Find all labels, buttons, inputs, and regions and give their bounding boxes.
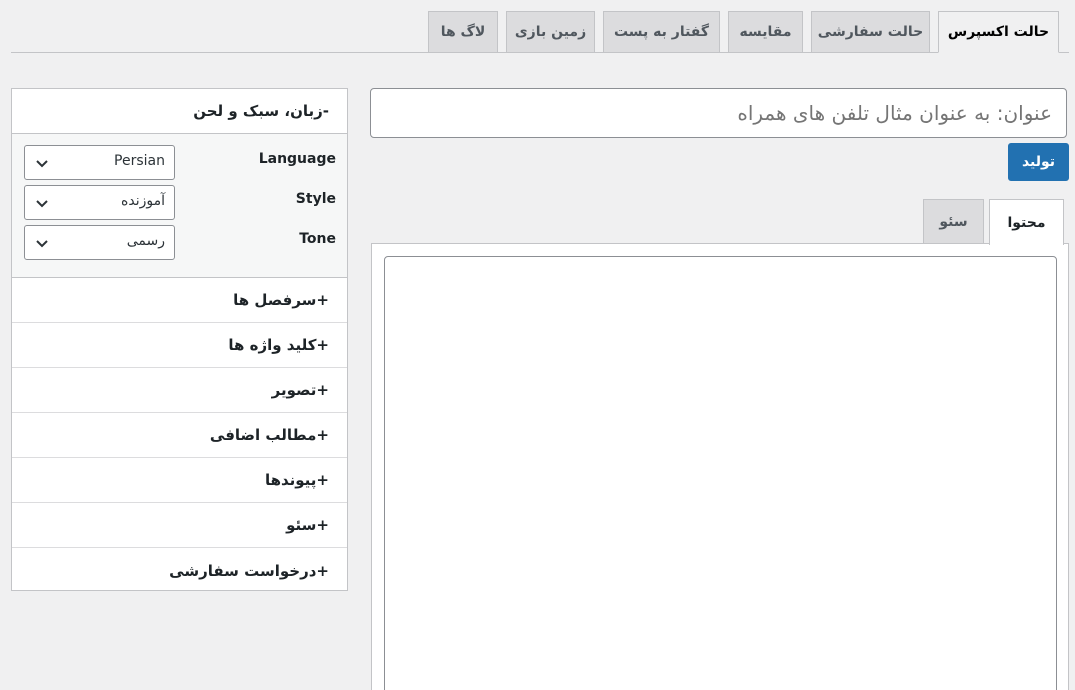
- tab-content[interactable]: محتوا: [989, 199, 1064, 245]
- section-image[interactable]: +تصویر: [12, 368, 347, 413]
- section-custom-request[interactable]: +درخواست سفارشی: [12, 548, 347, 593]
- tone-select[interactable]: رسمی: [24, 225, 175, 260]
- chevron-down-icon: [36, 160, 48, 168]
- language-style-tone-settings: Language Persian Style آموزنده Tone رسمی: [12, 134, 347, 278]
- tab-speech-to-post[interactable]: گفتار به پست: [603, 11, 720, 52]
- language-select-value: Persian: [114, 153, 165, 169]
- tab-seo[interactable]: سئو: [923, 199, 984, 244]
- section-headings[interactable]: +سرفصل ها: [12, 278, 347, 323]
- content-textarea[interactable]: [384, 256, 1057, 690]
- tab-logs[interactable]: لاگ ها: [428, 11, 498, 52]
- top-tab-bar: حالت اکسپرس حالت سفارشی مقایسه گفتار به …: [11, 0, 1069, 53]
- tab-playground[interactable]: زمین بازی: [506, 11, 595, 52]
- tone-select-value: رسمی: [126, 233, 165, 249]
- language-label: Language: [258, 151, 336, 167]
- section-list: +سرفصل ها +کلید واژه ها +تصویر +مطالب اض…: [12, 278, 347, 593]
- section-seo[interactable]: +سئو: [12, 503, 347, 548]
- style-label: Style: [295, 191, 336, 207]
- chevron-down-icon: [36, 240, 48, 248]
- generate-button[interactable]: تولید: [1008, 143, 1069, 181]
- tone-label: Tone: [299, 231, 336, 247]
- tab-custom-mode[interactable]: حالت سفارشی: [811, 11, 930, 52]
- settings-panel: -زبان، سبک و لحن Language Persian Style …: [11, 88, 348, 591]
- title-input[interactable]: [370, 88, 1067, 138]
- language-style-tone-header[interactable]: -زبان، سبک و لحن: [12, 89, 347, 134]
- tab-compare[interactable]: مقایسه: [728, 11, 803, 52]
- section-additional-content[interactable]: +مطالب اضافی: [12, 413, 347, 458]
- style-select[interactable]: آموزنده: [24, 185, 175, 220]
- content-panel: [371, 243, 1069, 690]
- section-keywords[interactable]: +کلید واژه ها: [12, 323, 347, 368]
- chevron-down-icon: [36, 200, 48, 208]
- language-select[interactable]: Persian: [24, 145, 175, 180]
- section-links[interactable]: +پیوندها: [12, 458, 347, 503]
- style-select-value: آموزنده: [121, 193, 165, 209]
- tab-express-mode[interactable]: حالت اکسپرس: [938, 11, 1059, 53]
